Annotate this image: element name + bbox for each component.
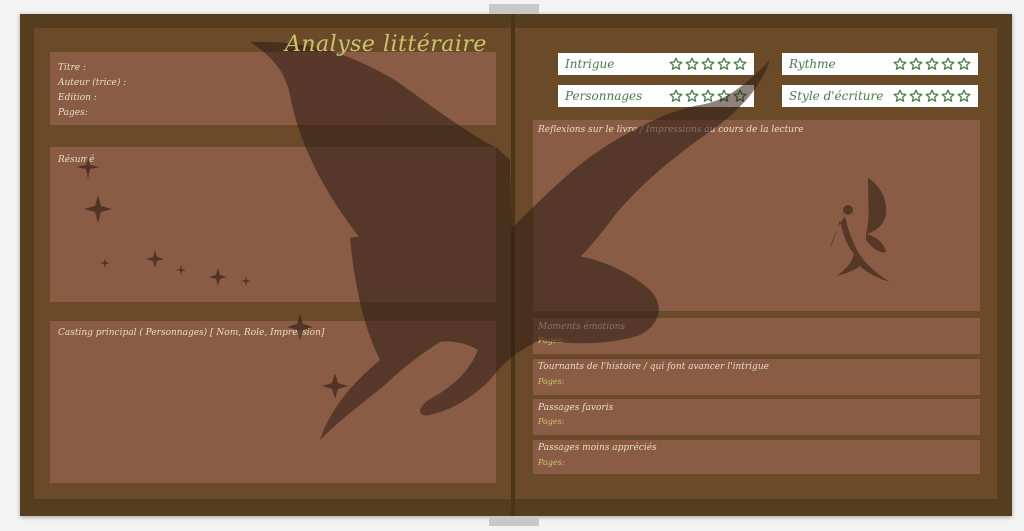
- outline-star-icon[interactable]: [733, 57, 747, 71]
- stars-row[interactable]: [893, 89, 971, 103]
- titre-label: Titre :: [58, 63, 87, 73]
- page-title: Analyse littéraire: [285, 32, 487, 57]
- section-pages-label: Pages:: [538, 458, 565, 467]
- section-pages-label: Pages:: [538, 336, 565, 345]
- resume-panel[interactable]: [50, 147, 496, 302]
- outline-star-icon[interactable]: [941, 89, 955, 103]
- stars-row[interactable]: [893, 57, 971, 71]
- casting-label: Casting principal ( Personnages) [ Nom, …: [58, 328, 325, 338]
- outline-star-icon[interactable]: [669, 57, 683, 71]
- pages-label: Pages:: [58, 108, 88, 118]
- outline-star-icon[interactable]: [685, 89, 699, 103]
- stars-row[interactable]: [669, 57, 747, 71]
- outline-star-icon[interactable]: [893, 89, 907, 103]
- edition-label: Edition :: [58, 93, 97, 103]
- rating-label: Personnages: [565, 89, 643, 103]
- spread-tab-bottom: [489, 516, 539, 526]
- outline-star-icon[interactable]: [957, 57, 971, 71]
- outline-star-icon[interactable]: [701, 57, 715, 71]
- spine: [511, 14, 515, 516]
- outline-star-icon[interactable]: [909, 57, 923, 71]
- spread-tab-top: [489, 4, 539, 14]
- section-label: Tournants de l'histoire / qui font avanc…: [538, 362, 769, 372]
- outline-star-icon[interactable]: [925, 57, 939, 71]
- stars-row[interactable]: [669, 89, 747, 103]
- outline-star-icon[interactable]: [957, 89, 971, 103]
- outline-star-icon[interactable]: [941, 57, 955, 71]
- reflexions-label: Reflexions sur le livre / Impressions au…: [538, 125, 804, 135]
- rating-style-ecriture[interactable]: Style d'écriture: [782, 85, 978, 107]
- outline-star-icon[interactable]: [893, 57, 907, 71]
- section-label: Passages favoris: [538, 403, 614, 413]
- outline-star-icon[interactable]: [685, 57, 699, 71]
- rating-label: Rythme: [789, 57, 836, 71]
- outline-star-icon[interactable]: [733, 89, 747, 103]
- reflexions-panel[interactable]: [533, 120, 980, 311]
- section-label: Moments émotions: [538, 322, 625, 332]
- section-pages-label: Pages:: [538, 417, 565, 426]
- casting-panel[interactable]: [50, 321, 496, 483]
- rating-label: Style d'écriture: [789, 89, 884, 103]
- section-pages-label: Pages:: [538, 377, 565, 386]
- rating-rythme[interactable]: Rythme: [782, 53, 978, 75]
- rating-personnages[interactable]: Personnages: [558, 85, 754, 107]
- auteur-label: Auteur (trice) :: [58, 78, 127, 88]
- rating-label: Intrigue: [565, 57, 615, 71]
- rating-intrigue[interactable]: Intrigue: [558, 53, 754, 75]
- resume-label: Résumé: [58, 155, 95, 165]
- outline-star-icon[interactable]: [669, 89, 683, 103]
- outline-star-icon[interactable]: [717, 57, 731, 71]
- section-label: Passages moins appréciés: [538, 443, 657, 453]
- outline-star-icon[interactable]: [925, 89, 939, 103]
- outline-star-icon[interactable]: [717, 89, 731, 103]
- outline-star-icon[interactable]: [909, 89, 923, 103]
- outline-star-icon[interactable]: [701, 89, 715, 103]
